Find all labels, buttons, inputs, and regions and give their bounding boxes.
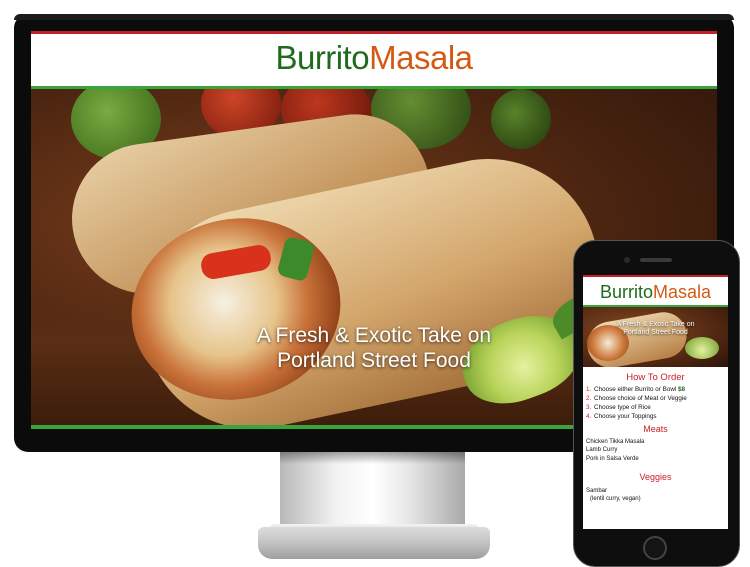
mobile-logo-burrito-text: Burrito <box>599 282 653 302</box>
order-step: 3. Choose type of Rice <box>586 403 726 412</box>
step-text: Choose your Toppings <box>594 413 657 420</box>
mobile-header-red-rule <box>583 275 728 277</box>
how-to-order-steps: 1. Choose either Burrito or Bowl $8 2. C… <box>586 385 726 421</box>
phone-speaker <box>640 258 672 262</box>
price-badge: $8 <box>678 386 686 393</box>
meats-list: Chicken Tikka Masala Lamb Curry Pork in … <box>586 438 726 463</box>
step-text: Choose choice of Meat or Veggie <box>594 395 687 402</box>
logo-burrito-text: Burrito <box>275 39 370 76</box>
mobile-hero-banner <box>583 307 728 367</box>
step-text: Choose either Burrito or Bowl <box>594 386 677 393</box>
mobile-screen: BurritoMasala A Fresh & Exotic Take on P… <box>583 275 728 529</box>
mobile-hero-tagline-line1: A Fresh & Exotic Take on <box>616 321 695 328</box>
mobile-logo-masala-text: Masala <box>652 282 712 302</box>
mobile-phone: BurritoMasala A Fresh & Exotic Take on P… <box>573 240 740 567</box>
menu-item: Lamb Curry <box>586 447 618 454</box>
step-number: 4. <box>586 413 592 420</box>
menu-item: Sambar <box>586 488 608 494</box>
menu-item: Pork in Salsa Verde <box>586 455 639 462</box>
order-step: 1. Choose either Burrito or Bowl $8 <box>586 385 726 394</box>
order-step: 2. Choose choice of Meat or Veggie <box>586 394 726 403</box>
veggies-list: Sambar (lentil curry, vegan) <box>586 487 726 504</box>
step-number: 3. <box>586 404 592 411</box>
order-step: 4. Choose your Toppings <box>586 412 726 421</box>
phone-home-button[interactable] <box>643 536 667 560</box>
menu-item-description: (lentil curry, vegan) <box>590 496 641 503</box>
step-number: 2. <box>586 395 592 402</box>
mobile-site-logo[interactable]: BurritoMasala <box>583 281 728 303</box>
site-header: BurritoMasala <box>31 34 717 86</box>
mobile-hero-lime <box>685 337 719 359</box>
monitor-bezel <box>14 14 734 20</box>
logo-masala-text: Masala <box>369 39 473 76</box>
hero-lime-bg <box>491 89 551 149</box>
monitor-stand-shadow <box>280 452 465 464</box>
meats-heading: Meats <box>643 424 668 434</box>
step-number: 1. <box>586 386 592 393</box>
mobile-hero-tagline-line2: Portland Street Food <box>623 329 688 336</box>
phone-camera <box>624 257 630 263</box>
menu-item: Chicken Tikka Masala <box>586 439 645 445</box>
mobile-hero-tagline: A Fresh & Exotic Take on Portland Street… <box>583 321 728 337</box>
how-to-order-heading: How To Order <box>626 372 685 383</box>
monitor-stand-base <box>258 527 490 559</box>
step-text: Choose type of Rice <box>594 404 651 411</box>
site-logo[interactable]: BurritoMasala <box>275 38 473 78</box>
veggies-heading: Veggies <box>639 472 672 482</box>
